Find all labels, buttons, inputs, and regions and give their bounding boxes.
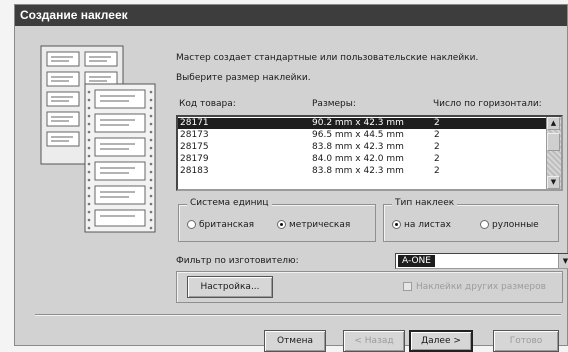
list-item[interactable]: 28179 84.0 mm x 42.0 mm 2 (178, 154, 548, 165)
column-header-across: Число по горизонтали: (433, 99, 542, 109)
label-sheet-illustration (40, 45, 156, 233)
column-header-size: Размеры: (312, 99, 356, 109)
instruction-text: Выберите размер наклейки. (176, 73, 311, 83)
label-dimensions: 96.5 mm x 44.5 mm (312, 130, 404, 140)
label-dimensions: 83.8 mm x 42.3 mm (312, 166, 404, 176)
units-metric-label: метрическая (289, 220, 351, 230)
customize-button[interactable]: Настройка... (187, 276, 273, 298)
list-scrollbar[interactable]: ▲ ▼ (546, 117, 561, 189)
units-imperial-label: британская (199, 220, 255, 230)
units-group: Система единиц британская метрическая (178, 198, 376, 242)
scroll-thumb[interactable] (547, 133, 560, 151)
manufacturer-filter-label: Фильтр по изготовителю: (176, 256, 299, 266)
label-type-group: Тип наклеек на листах рулонные (383, 198, 559, 242)
units-metric-radio[interactable]: метрическая (277, 220, 350, 230)
radio-unchecked-icon (187, 220, 196, 229)
list-item[interactable]: 28175 83.8 mm x 42.3 mm 2 (178, 142, 548, 153)
customize-group: Настройка... Наклейки других размеров (176, 271, 563, 303)
chevron-down-icon[interactable]: ▼ (558, 254, 568, 268)
product-code: 28171 (180, 118, 209, 128)
label-type-legend: Тип наклеек (392, 198, 458, 208)
continuous-label: рулонные (492, 220, 539, 230)
continuous-radio[interactable]: рулонные (480, 220, 539, 230)
scroll-down-icon[interactable]: ▼ (547, 176, 560, 189)
label-size-list[interactable]: 28171 90.2 mm x 42.3 mm 2 28173 96.5 mm … (176, 115, 563, 191)
manufacturer-filter-value: A-ONE (398, 255, 435, 267)
labels-across: 2 (434, 142, 440, 152)
radio-checked-icon (392, 220, 401, 229)
dialog-title: Создание наклеек (15, 5, 567, 26)
product-code: 28173 (180, 130, 209, 140)
list-item[interactable]: 28173 96.5 mm x 44.5 mm 2 (178, 130, 548, 141)
column-header-code: Код товара: (179, 99, 236, 109)
manufacturer-filter-select[interactable]: A-ONE ▼ (395, 253, 568, 269)
cancel-button[interactable]: Отмена (264, 330, 326, 352)
button-separator (35, 314, 561, 316)
radio-checked-icon (277, 220, 286, 229)
labels-across: 2 (434, 166, 440, 176)
label-dimensions: 83.8 mm x 42.3 mm (312, 142, 404, 152)
labels-across: 2 (434, 154, 440, 164)
product-code: 28179 (180, 154, 209, 164)
product-code: 28183 (180, 166, 209, 176)
checkbox-unchecked-icon (403, 282, 412, 291)
product-code: 28175 (180, 142, 209, 152)
scroll-up-icon[interactable]: ▲ (547, 117, 560, 130)
units-imperial-radio[interactable]: британская (187, 220, 254, 230)
sheet-feed-radio[interactable]: на листах (392, 220, 451, 230)
label-wizard-dialog: Создание наклеек Мастер создает стандарт… (14, 4, 568, 352)
labels-across: 2 (434, 118, 440, 128)
list-item[interactable]: 28183 83.8 mm x 42.3 mm 2 (178, 166, 548, 177)
labels-across: 2 (434, 130, 440, 140)
sheet-feed-label: на листах (404, 220, 451, 230)
custom-sizes-label: Наклейки других размеров (416, 282, 546, 292)
finish-button[interactable]: Готово (493, 330, 559, 352)
intro-text: Мастер создает стандартные или пользоват… (176, 53, 479, 63)
custom-sizes-checkbox[interactable]: Наклейки других размеров (403, 282, 546, 292)
label-dimensions: 90.2 mm x 42.3 mm (312, 118, 404, 128)
label-dimensions: 84.0 mm x 42.0 mm (312, 154, 404, 164)
back-button[interactable]: < Назад (343, 330, 405, 352)
list-item[interactable]: 28171 90.2 mm x 42.3 mm 2 (178, 118, 548, 129)
units-legend: Система единиц (187, 198, 272, 208)
next-button[interactable]: Далее > (409, 330, 473, 352)
radio-unchecked-icon (480, 220, 489, 229)
